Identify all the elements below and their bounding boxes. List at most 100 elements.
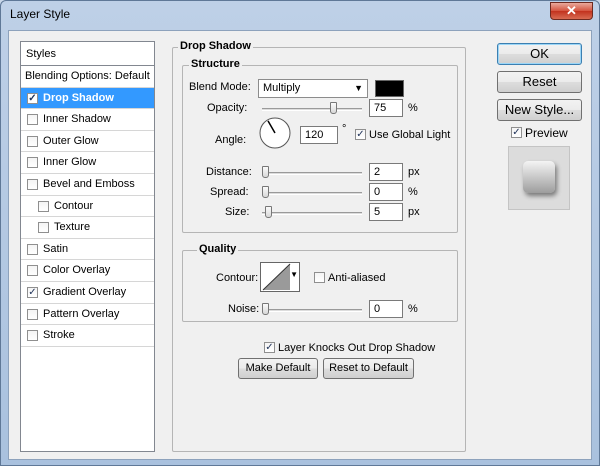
- angle-unit: °: [342, 123, 347, 135]
- style-checkbox[interactable]: [27, 308, 38, 320]
- styles-list-item-label: Texture: [54, 221, 91, 234]
- styles-list-item[interactable]: Color Overlay: [21, 260, 154, 282]
- styles-list-item-label: Stroke: [43, 329, 75, 342]
- use-global-light-checkbox[interactable]: ✓: [355, 129, 366, 140]
- size-slider-thumb[interactable]: [265, 206, 272, 218]
- styles-list-item-label: Gradient Overlay: [43, 285, 127, 298]
- contour-picker[interactable]: ▼: [260, 262, 300, 292]
- styles-list-item-label: Inner Glow: [43, 156, 97, 169]
- spread-slider-thumb[interactable]: [262, 186, 269, 198]
- style-checkbox[interactable]: [27, 135, 38, 147]
- distance-label: Distance:: [206, 166, 252, 178]
- size-slider-track[interactable]: [262, 212, 362, 215]
- blend-mode-value: Multiply: [263, 82, 301, 94]
- styles-list-items: Blending Options: Default ✓ Drop Shadow Inn…: [21, 66, 154, 347]
- layer-knocks-out-label: Layer Knocks Out Drop Shadow: [278, 342, 436, 354]
- distance-input[interactable]: 2: [369, 163, 403, 181]
- structure-group: Structure Blend Mode: Multiply ▼ Opacity…: [182, 58, 458, 233]
- use-global-light-label: Use Global Light: [369, 129, 451, 141]
- size-unit: px: [408, 206, 420, 218]
- style-checkbox[interactable]: [27, 114, 38, 126]
- structure-title: Structure: [189, 58, 242, 70]
- checkmark-icon: ✓: [512, 127, 521, 138]
- anti-aliased-checkbox[interactable]: [314, 272, 325, 283]
- style-checkbox[interactable]: [38, 222, 49, 234]
- noise-slider-track[interactable]: [262, 309, 362, 312]
- style-checkbox[interactable]: [27, 178, 38, 190]
- styles-list-item[interactable]: Inner Shadow: [21, 109, 154, 131]
- reset-to-default-button[interactable]: Reset to Default: [323, 358, 414, 379]
- opacity-slider-track[interactable]: [262, 108, 362, 111]
- spread-input[interactable]: 0: [369, 183, 403, 201]
- quality-title: Quality: [197, 243, 239, 255]
- noise-unit: %: [408, 303, 418, 315]
- styles-list: Styles Blending Options: Default ✓ Drop Sh…: [20, 41, 155, 452]
- opacity-input[interactable]: 75: [369, 99, 403, 117]
- contour-preview-icon: [262, 263, 291, 291]
- size-input[interactable]: 5: [369, 203, 403, 221]
- drop-shadow-title: Drop Shadow: [178, 40, 253, 52]
- noise-input[interactable]: 0: [369, 300, 403, 318]
- styles-list-item-label: Bevel and Emboss: [43, 177, 135, 190]
- layer-knocks-out-checkbox[interactable]: ✓: [264, 342, 275, 353]
- angle-input[interactable]: 120: [300, 126, 338, 144]
- checkmark-icon: ✓: [356, 129, 365, 140]
- opacity-unit: %: [408, 102, 418, 114]
- styles-list-item-label: Satin: [43, 242, 69, 255]
- style-checkbox[interactable]: [27, 157, 38, 169]
- style-checkbox[interactable]: [27, 330, 38, 342]
- style-checkbox[interactable]: ✓: [27, 92, 38, 104]
- make-default-button[interactable]: Make Default: [238, 358, 318, 379]
- spread-slider-track[interactable]: [262, 192, 362, 195]
- styles-list-item-label: Color Overlay: [43, 264, 111, 277]
- styles-list-item[interactable]: Outer Glow: [21, 131, 154, 153]
- style-checkbox[interactable]: ✓: [27, 286, 38, 298]
- styles-list-item-label: Outer Glow: [43, 134, 99, 147]
- styles-list-item[interactable]: Bevel and Emboss: [21, 174, 154, 196]
- noise-label: Noise:: [228, 303, 260, 315]
- ok-button[interactable]: OK: [497, 43, 582, 65]
- style-checkbox[interactable]: [38, 200, 49, 212]
- styles-list-item[interactable]: Blending Options: Default: [21, 66, 154, 88]
- title-bar[interactable]: Layer Style ✕: [1, 1, 599, 27]
- distance-unit: px: [408, 166, 420, 178]
- preview-swatch: [508, 146, 570, 210]
- styles-list-item-label: Contour: [54, 199, 94, 212]
- size-label: Size:: [225, 206, 250, 218]
- anti-aliased-label: Anti-aliased: [328, 272, 386, 284]
- quality-group: Quality Contour: ▼ Anti-aliased Noise: 0…: [182, 243, 458, 322]
- styles-list-item[interactable]: Texture: [21, 217, 154, 239]
- new-style-button[interactable]: New Style...: [497, 99, 582, 121]
- chevron-down-icon: ▼: [290, 270, 298, 279]
- chevron-down-icon: ▼: [354, 83, 363, 93]
- opacity-slider-thumb[interactable]: [329, 102, 337, 114]
- styles-list-item[interactable]: Pattern Overlay: [21, 304, 154, 326]
- dialog-client-area: Styles Blending Options: Default ✓ Drop Sh…: [8, 30, 592, 460]
- close-button[interactable]: ✕: [550, 2, 593, 20]
- styles-list-item[interactable]: Stroke: [21, 325, 154, 347]
- reset-button[interactable]: Reset: [497, 71, 582, 93]
- styles-list-item-label: Drop Shadow: [43, 91, 114, 104]
- angle-dial[interactable]: [258, 116, 292, 150]
- style-checkbox[interactable]: [27, 243, 38, 255]
- checkmark-icon: ✓: [265, 342, 274, 353]
- blend-mode-select[interactable]: Multiply ▼: [258, 79, 368, 98]
- styles-list-item[interactable]: Satin: [21, 239, 154, 261]
- opacity-label: Opacity:: [207, 102, 248, 114]
- styles-list-item[interactable]: Inner Glow: [21, 152, 154, 174]
- drop-shadow-panel: Drop Shadow Structure Blend Mode: Multip…: [172, 40, 466, 452]
- distance-slider-track[interactable]: [262, 172, 362, 175]
- contour-label: Contour:: [216, 272, 259, 284]
- close-icon: ✕: [566, 3, 577, 18]
- preview-label: Preview: [525, 126, 568, 140]
- styles-list-item[interactable]: ✓ Gradient Overlay: [21, 282, 154, 304]
- preview-checkbox[interactable]: ✓: [511, 127, 522, 138]
- styles-list-item-label: Inner Shadow: [43, 113, 111, 126]
- styles-list-item[interactable]: ✓ Drop Shadow: [21, 87, 154, 110]
- styles-list-item[interactable]: Contour: [21, 196, 154, 218]
- style-checkbox[interactable]: [27, 265, 38, 277]
- blend-color-swatch[interactable]: [375, 80, 404, 97]
- distance-slider-thumb[interactable]: [262, 166, 269, 178]
- styles-list-item-label: Blending Options: Default: [25, 70, 150, 82]
- noise-slider-thumb[interactable]: [262, 303, 269, 315]
